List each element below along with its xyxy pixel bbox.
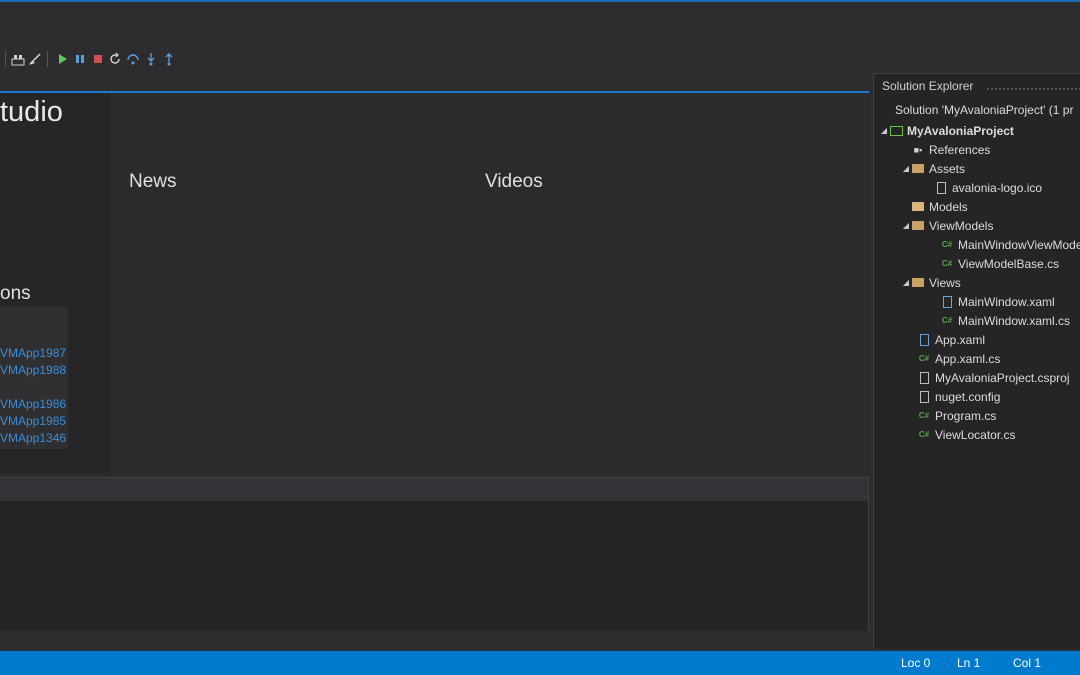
solution-label: Solution 'MyAvaloniaProject' (1 pr xyxy=(895,102,1074,117)
tree-item-views[interactable]: ◢ Views xyxy=(901,273,961,292)
expand-arrow-icon[interactable]: ◢ xyxy=(879,126,889,135)
project-icon xyxy=(889,124,903,138)
expand-arrow-icon[interactable]: ◢ xyxy=(901,278,911,287)
tree-item-mainwindow-xaml[interactable]: MainWindow.xaml xyxy=(940,292,1055,311)
tree-item-label: References xyxy=(929,142,991,157)
tree-item-label: ViewModelBase.cs xyxy=(958,256,1060,271)
tree-item-viewmodelbase[interactable]: C# ViewModelBase.cs xyxy=(940,254,1059,273)
step-over-icon[interactable] xyxy=(125,48,141,70)
solution-node[interactable]: Solution 'MyAvaloniaProject' (1 pr xyxy=(895,100,1073,119)
step-into-icon[interactable] xyxy=(143,48,159,70)
output-panel-tabstrip[interactable] xyxy=(0,477,868,501)
tree-item-label: Program.cs xyxy=(935,408,997,423)
file-icon xyxy=(917,371,931,385)
status-loc: Loc 0 xyxy=(901,656,931,670)
tree-item-label: MyAvaloniaProject xyxy=(907,123,1014,138)
csharp-file-icon: C# xyxy=(941,240,953,249)
start-icon[interactable] xyxy=(54,48,70,70)
tree-item-viewmodels[interactable]: ◢ ViewModels xyxy=(901,216,994,235)
tree-item-label: MainWindow.xaml.cs xyxy=(958,313,1071,328)
toolbar-separator xyxy=(47,51,48,67)
solution-explorer: Solution Explorer Solution 'MyAvaloniaPr… xyxy=(873,73,1080,649)
status-column: Col 1 xyxy=(1013,656,1042,670)
build-icon[interactable] xyxy=(10,48,26,70)
clean-icon[interactable] xyxy=(27,48,43,70)
csharp-file-icon: C# xyxy=(941,259,953,268)
file-icon xyxy=(934,181,948,195)
csharp-file-icon: C# xyxy=(918,430,930,439)
recent-project-link[interactable]: VMApp1985 xyxy=(0,414,66,428)
xaml-file-icon xyxy=(940,295,954,309)
tree-item-label: Models xyxy=(929,199,968,214)
pause-icon[interactable] xyxy=(72,48,88,70)
tree-item-label: MainWindow.xaml xyxy=(958,294,1055,309)
restart-icon[interactable] xyxy=(107,48,123,70)
status-bar: Loc 0 Ln 1 Col 1 xyxy=(0,651,1080,675)
recent-project-link[interactable]: VMApp1346 xyxy=(0,431,66,445)
panel-drag-grip[interactable] xyxy=(986,87,1080,92)
tree-item-label: MyAvaloniaProject.csproj xyxy=(935,370,1070,385)
file-icon xyxy=(917,390,931,404)
csharp-file-icon: C# xyxy=(918,411,930,420)
tree-item-label: avalonia-logo.ico xyxy=(952,180,1043,195)
tree-item-label: Views xyxy=(929,275,961,290)
recent-project-link[interactable]: VMApp1988 xyxy=(0,363,66,377)
tree-item-references[interactable]: ■▪ References xyxy=(901,140,991,159)
csharp-file-icon: C# xyxy=(941,316,953,325)
tree-item-csproj[interactable]: MyAvaloniaProject.csproj xyxy=(917,368,1070,387)
solution-explorer-title: Solution Explorer xyxy=(882,79,974,93)
stop-icon[interactable] xyxy=(90,48,106,70)
tree-item-label: App.xaml xyxy=(935,332,986,347)
tree-item-label: ViewLocator.cs xyxy=(935,427,1016,442)
tree-item-program[interactable]: C# Program.cs xyxy=(917,406,996,425)
expand-arrow-icon[interactable]: ◢ xyxy=(901,221,911,230)
tree-item-label: nuget.config xyxy=(935,389,1001,404)
tree-item-app-xaml[interactable]: App.xaml xyxy=(917,330,985,349)
tree-item-nuget-config[interactable]: nuget.config xyxy=(917,387,1000,406)
recent-heading: ons xyxy=(0,283,31,304)
csharp-file-icon: C# xyxy=(918,354,930,363)
tree-item-label: Assets xyxy=(929,161,966,176)
status-line: Ln 1 xyxy=(957,656,981,670)
step-out-icon[interactable] xyxy=(161,48,177,70)
toolbar-separator xyxy=(5,51,6,67)
tree-item-mainwindowviewmodel[interactable]: C# MainWindowViewMode xyxy=(940,235,1080,254)
tree-item-viewlocator[interactable]: C# ViewLocator.cs xyxy=(917,425,1016,444)
tree-item-app-xaml-cs[interactable]: C# App.xaml.cs xyxy=(917,349,1000,368)
start-page xyxy=(0,93,869,475)
recent-project-link[interactable]: VMApp1987 xyxy=(0,346,66,360)
videos-heading: Videos xyxy=(485,171,543,192)
folder-icon xyxy=(911,200,925,214)
tree-item-project[interactable]: ◢ MyAvaloniaProject xyxy=(879,121,1014,140)
tree-item-label: App.xaml.cs xyxy=(935,351,1001,366)
start-page-brand: tudio xyxy=(0,96,63,128)
expand-arrow-icon[interactable]: ◢ xyxy=(901,164,911,173)
tree-item-label: ViewModels xyxy=(929,218,994,233)
references-icon: ■▪ xyxy=(913,144,923,155)
recent-project-link[interactable]: VMApp1986 xyxy=(0,397,66,411)
toolbar xyxy=(0,48,1080,70)
tree-item-assets[interactable]: ◢ Assets xyxy=(901,159,965,178)
panel-divider xyxy=(868,477,869,631)
title-bar xyxy=(0,2,1080,38)
tree-item-mainwindow-xaml-cs[interactable]: C# MainWindow.xaml.cs xyxy=(940,311,1070,330)
xaml-file-icon xyxy=(917,333,931,347)
output-panel[interactable] xyxy=(0,501,868,631)
tree-item-label: MainWindowViewMode xyxy=(958,237,1080,252)
folder-open-icon xyxy=(911,162,925,176)
folder-open-icon xyxy=(911,276,925,290)
folder-open-icon xyxy=(911,219,925,233)
tree-item-avalonia-logo[interactable]: avalonia-logo.ico xyxy=(934,178,1042,197)
news-heading: News xyxy=(129,171,177,192)
tree-item-models[interactable]: Models xyxy=(911,197,968,216)
